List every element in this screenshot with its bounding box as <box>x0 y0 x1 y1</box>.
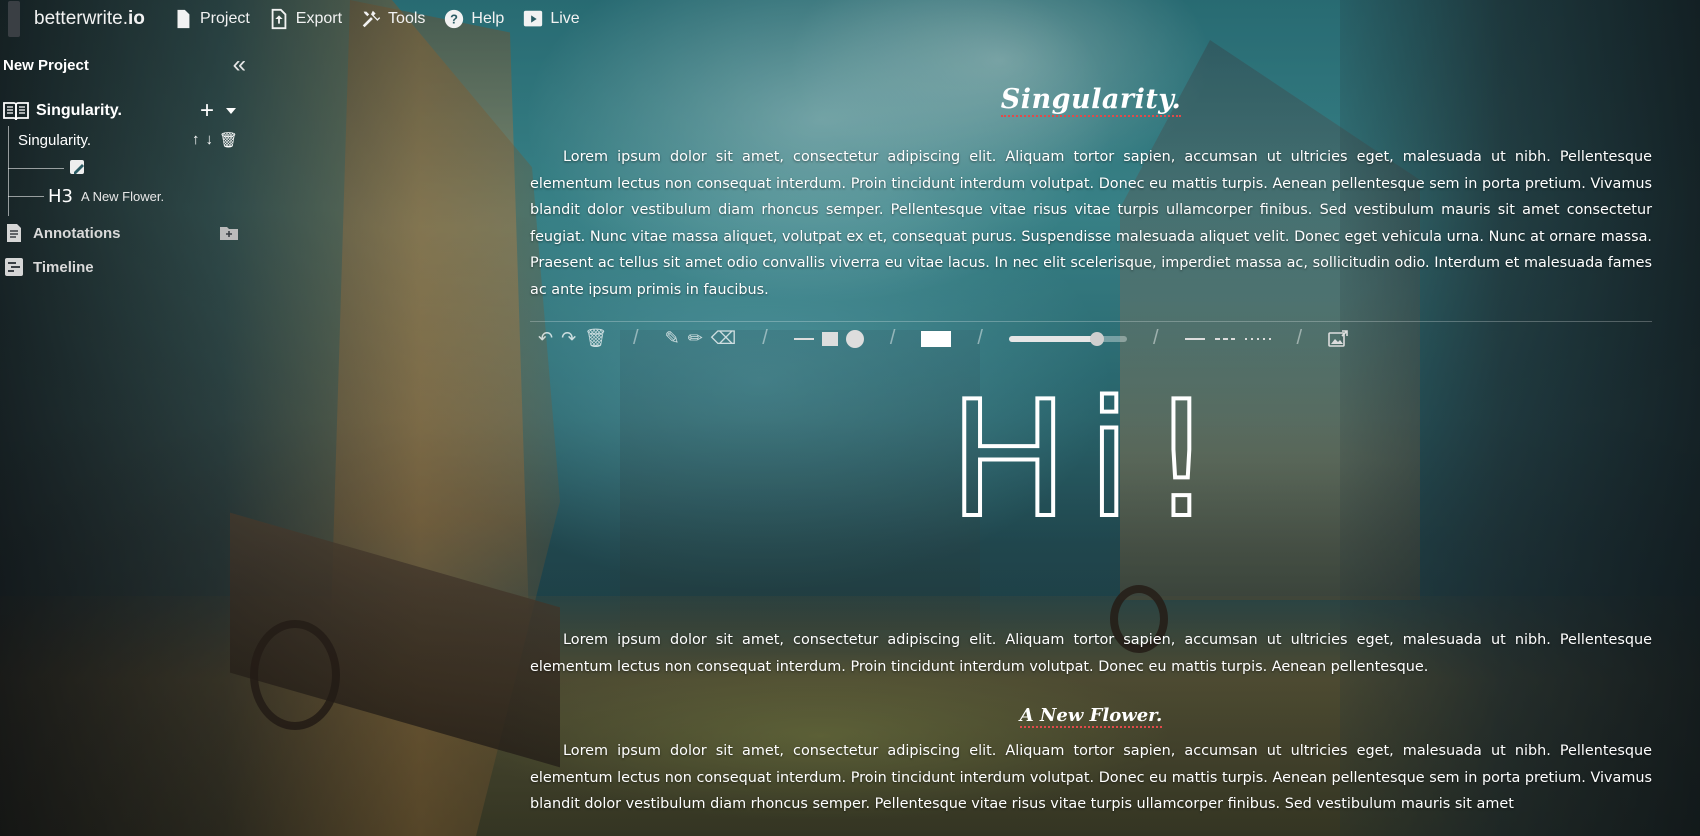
menu-tools[interactable]: Tools <box>360 8 425 30</box>
tree-heading-item[interactable]: H3 A New Flower. <box>8 182 260 210</box>
tree-page-item[interactable]: Singularity. ↑ ↓ 🗑 <box>8 126 260 154</box>
trash-icon[interactable]: 🗑 <box>219 131 238 149</box>
project-sidebar: New Project « Singularity. + Singularity… <box>0 44 260 284</box>
menu-help[interactable]: ? Help <box>443 8 504 30</box>
project-title: New Project <box>3 56 89 74</box>
chapter-label: Singularity. <box>36 102 122 119</box>
drawing-canvas[interactable]: Hi! <box>530 355 1652 623</box>
page-ops: ↑ ↓ 🗑 <box>192 131 260 149</box>
tools-icon <box>362 10 381 28</box>
handwritten-hi: Hi! <box>949 366 1232 553</box>
menu-live-label: Live <box>550 10 580 27</box>
sidebar-timeline[interactable]: Timeline <box>0 250 260 284</box>
tree-branch <box>8 168 64 169</box>
svg-text:?: ? <box>450 12 458 27</box>
drawing-toolbar: ↶ ↷ 🗑 / ✎ ✏ ⌫ / / / / / <box>530 321 1652 355</box>
timeline-icon <box>5 258 23 276</box>
file-export-icon <box>271 8 287 30</box>
eraser-icon[interactable]: ⌫ <box>711 328 736 349</box>
collapse-sidebar-icon[interactable]: « <box>233 51 247 79</box>
book-open-icon <box>3 102 29 121</box>
tree-drawing-item[interactable] <box>8 154 260 182</box>
move-up-icon[interactable]: ↑ <box>192 131 200 149</box>
undo-icon[interactable]: ↶ <box>538 328 553 349</box>
live-icon <box>524 10 543 27</box>
sidebar-header: New Project « <box>0 44 260 86</box>
chapter-tree: Singularity. ↑ ↓ 🗑 H3 A New Flower. <box>8 126 260 216</box>
annotations-label: Annotations <box>33 224 121 242</box>
toolbar-divider: / <box>1152 327 1159 349</box>
draw-tools-group: ✎ ✏ ⌫ <box>665 328 737 349</box>
toolbar-divider: / <box>633 327 639 349</box>
toolbar-divider: / <box>889 327 896 349</box>
paragraph-1[interactable]: Lorem ipsum dolor sit amet, consectetur … <box>530 144 1652 303</box>
editor: Singularity. Lorem ipsum dolor sit amet,… <box>530 80 1652 818</box>
color-swatch[interactable] <box>921 330 952 347</box>
chevron-down-icon[interactable] <box>226 108 236 114</box>
slider-fill <box>1008 335 1098 342</box>
dashed-line-icon[interactable] <box>1214 337 1235 340</box>
add-page-button[interactable]: + <box>200 99 214 123</box>
subheading-text: A New Flower. <box>1019 705 1163 728</box>
file-icon <box>177 9 190 29</box>
page-label: Singularity. <box>18 131 92 149</box>
brand-name: betterwrite.io <box>34 8 145 29</box>
menu-project-label: Project <box>200 10 250 27</box>
handwritten-drawing: Hi! <box>947 364 1232 555</box>
toolbar-divider: / <box>977 327 983 349</box>
document-icon <box>7 224 21 242</box>
chapter-actions: + <box>200 99 260 123</box>
shape-group <box>793 329 864 348</box>
folder-plus-icon[interactable] <box>220 226 238 240</box>
dotted-line-icon[interactable] <box>1244 337 1271 340</box>
menu-live[interactable]: Live <box>522 8 580 30</box>
menu-export-label: Export <box>295 10 343 27</box>
redo-icon[interactable]: ↷ <box>561 328 576 349</box>
paragraph-2[interactable]: Lorem ipsum dolor sit amet, consectetur … <box>530 627 1652 680</box>
circle-tool-icon[interactable] <box>845 329 864 348</box>
toolbar-divider: / <box>1296 327 1303 349</box>
menu-export[interactable]: Export <box>268 8 342 30</box>
tree-branch <box>8 196 44 197</box>
heading-label: A New Flower. <box>81 188 165 204</box>
top-bar: betterwrite.io Project Export Tools ? He… <box>0 0 1700 38</box>
sidebar-chapter[interactable]: Singularity. + <box>0 96 260 126</box>
history-group: ↶ ↷ 🗑 <box>538 328 607 349</box>
subheading[interactable]: A New Flower. <box>530 696 1652 738</box>
image-export-icon[interactable] <box>1328 329 1348 348</box>
pen-icon[interactable]: ✏ <box>688 328 703 349</box>
brand[interactable]: betterwrite.io <box>0 0 172 38</box>
timeline-label: Timeline <box>33 258 94 276</box>
move-down-icon[interactable]: ↓ <box>205 131 213 149</box>
solid-line-icon[interactable] <box>1184 337 1205 340</box>
logo-icon <box>8 1 20 37</box>
line-style-group <box>1184 337 1271 340</box>
menu-help-label: Help <box>471 10 505 27</box>
chapter-title[interactable]: Singularity. <box>530 80 1652 140</box>
line-tool-icon[interactable] <box>793 337 814 340</box>
rectangle-tool-icon[interactable] <box>821 331 838 346</box>
help-circle-icon: ? <box>445 9 464 29</box>
menu-project[interactable]: Project <box>172 8 250 30</box>
slider-knob[interactable] <box>1090 331 1105 346</box>
trash-icon[interactable]: 🗑 <box>584 328 607 349</box>
chapter-title-text: Singularity. <box>1000 84 1182 117</box>
pen-drawing-icon <box>70 160 84 174</box>
edit-icon[interactable]: ✎ <box>665 328 680 349</box>
paragraph-3[interactable]: Lorem ipsum dolor sit amet, consectetur … <box>530 738 1652 818</box>
stroke-width-slider[interactable] <box>1008 331 1127 346</box>
heading-tag: H3 <box>48 185 73 207</box>
menu-tools-label: Tools <box>388 10 426 27</box>
toolbar-divider: / <box>762 327 768 349</box>
sidebar-annotations[interactable]: Annotations <box>0 216 260 250</box>
main-menu: Project Export Tools ? Help Live <box>172 8 598 30</box>
